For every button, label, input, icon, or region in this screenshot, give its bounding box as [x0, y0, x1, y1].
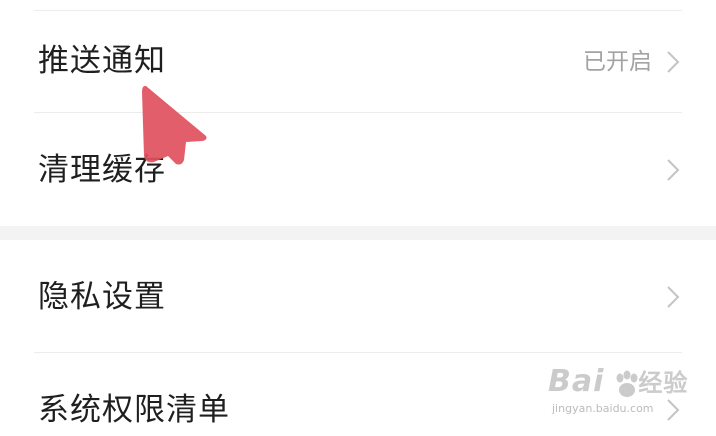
system-permissions-label: 系统权限清单	[38, 392, 230, 428]
watermark-url: jingyan.baidu.com	[552, 402, 654, 415]
settings-screen: 推送通知 已开启 清理缓存 隐私设置 系统权限清单 Bai 经验 jingyan…	[0, 0, 716, 436]
settings-group-top: 推送通知 已开启 清理缓存	[0, 0, 716, 226]
clear-cache-row[interactable]: 清理缓存	[0, 113, 716, 226]
push-notification-status: 已开启	[583, 49, 652, 75]
pointer-arrow-icon	[142, 85, 207, 165]
push-notification-label: 推送通知	[38, 43, 166, 79]
chevron-right-icon	[667, 51, 680, 73]
chevron-right-icon	[667, 159, 680, 181]
chevron-right-icon	[667, 286, 680, 308]
baidu-jingyan-watermark: Bai 经验 jingyan.baidu.com	[548, 367, 708, 427]
push-notification-row[interactable]: 推送通知 已开启	[0, 11, 716, 112]
privacy-settings-label: 隐私设置	[38, 279, 166, 315]
watermark-brand: Bai 经验	[548, 364, 689, 399]
group-separator	[0, 226, 716, 240]
privacy-settings-row[interactable]: 隐私设置	[0, 240, 716, 352]
